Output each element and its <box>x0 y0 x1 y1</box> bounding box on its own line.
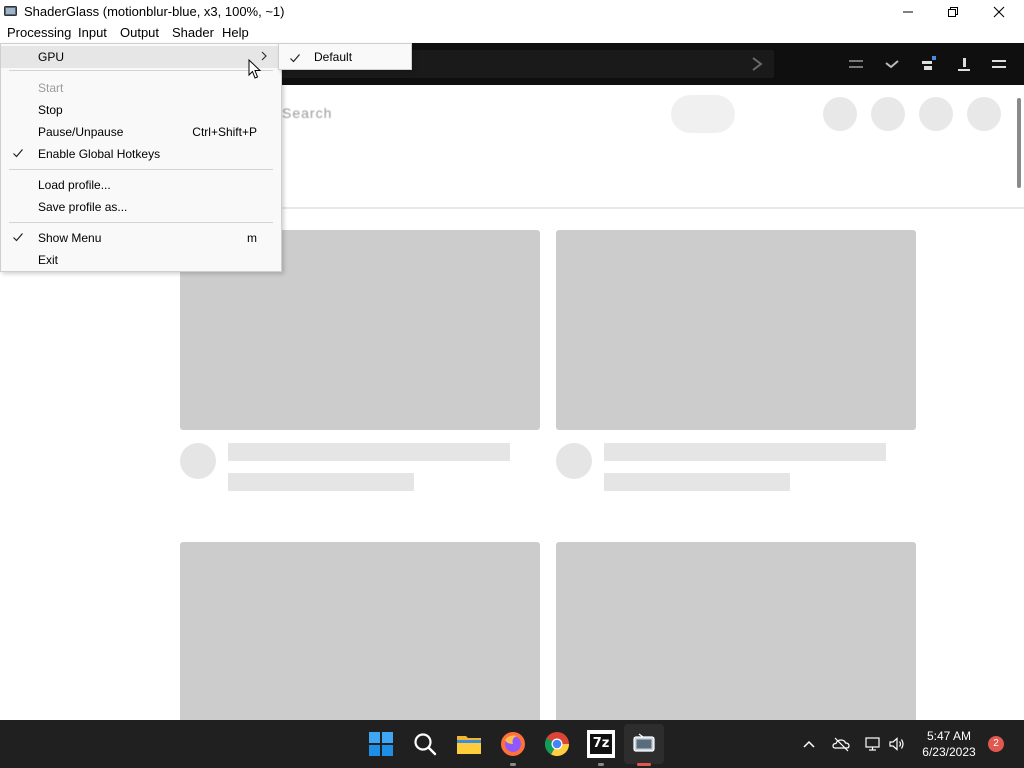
shaderglass-icon[interactable] <box>630 730 658 758</box>
gpu-submenu: Default <box>278 43 412 70</box>
file-explorer-icon[interactable] <box>455 730 483 758</box>
captured-pill-placeholder <box>671 95 735 133</box>
title-bar: ShaderGlass (motionblur-blue, x3, 100%, … <box>0 0 1024 23</box>
menu-input[interactable]: Input <box>78 25 107 40</box>
firefox-icon[interactable] <box>499 730 527 758</box>
menu-item-stop[interactable]: Stop <box>1 99 281 121</box>
menu-item-label: Exit <box>38 253 59 267</box>
menu-item-label: Save profile as... <box>38 200 128 214</box>
video-meta-placeholder <box>228 473 414 491</box>
menu-item-label: GPU <box>38 50 65 64</box>
7zip-icon[interactable]: 7z <box>587 730 615 758</box>
captured-create-icon <box>849 60 863 68</box>
captured-scrollbar <box>1017 98 1021 188</box>
channel-avatar-placeholder <box>180 443 216 479</box>
video-thumbnail-placeholder <box>556 230 916 430</box>
menu-item-label: Show Menu <box>38 231 102 245</box>
chevron-up-icon[interactable] <box>800 736 818 752</box>
captured-upload-icon <box>958 58 970 71</box>
menu-item-shortcut: m <box>247 231 257 245</box>
running-indicator <box>510 763 516 766</box>
menu-separator <box>9 70 273 71</box>
captured-menu-icon <box>992 60 1006 68</box>
channel-avatar-placeholder <box>556 443 592 479</box>
menu-item-label: Load profile... <box>38 178 111 192</box>
menu-help[interactable]: Help <box>222 25 249 40</box>
menu-item-gpu[interactable]: GPU <box>1 46 281 68</box>
notification-badge[interactable]: 2 <box>988 736 1004 752</box>
chrome-icon[interactable] <box>543 730 571 758</box>
video-title-placeholder <box>228 443 510 461</box>
video-meta-placeholder <box>604 473 790 491</box>
windows-start-icon[interactable] <box>367 730 395 758</box>
menu-item-exit[interactable]: Exit <box>1 249 281 271</box>
captured-avatar-placeholder <box>967 97 1001 131</box>
menu-item-label: Pause/Unpause <box>38 125 124 139</box>
menu-item-label: Stop <box>38 103 63 117</box>
onedrive-icon[interactable] <box>832 736 850 752</box>
captured-check-icon <box>885 60 899 69</box>
captured-mic-icon <box>752 57 763 71</box>
taskbar: 7z 5:47 AM 6/23/2023 <box>0 720 1024 768</box>
search-icon[interactable] <box>411 730 439 758</box>
network-icon[interactable] <box>864 736 882 752</box>
captured-notifications-icon <box>922 56 936 70</box>
menu-bar: Processing Input Output Shader Help <box>0 23 1024 43</box>
close-icon <box>993 6 1005 17</box>
running-indicator <box>598 763 604 766</box>
minimize-button[interactable] <box>885 0 931 23</box>
volume-icon[interactable] <box>888 736 906 752</box>
clock-time: 5:47 AM <box>926 729 972 743</box>
menu-output[interactable]: Output <box>120 25 159 40</box>
menu-separator <box>9 222 273 223</box>
video-thumbnail-placeholder <box>180 542 540 720</box>
menu-item-label: Enable Global Hotkeys <box>38 147 161 161</box>
menu-separator <box>9 169 273 170</box>
shaderglass-app-icon <box>4 6 17 16</box>
mouse-cursor-icon <box>248 59 262 79</box>
checkmark-icon <box>290 54 300 63</box>
taskbar-clock[interactable]: 5:47 AM 6/23/2023 <box>918 728 980 760</box>
captured-avatar-placeholder <box>823 97 857 131</box>
checkmark-icon <box>13 149 23 158</box>
minimize-icon <box>903 11 913 12</box>
video-title-placeholder <box>604 443 886 461</box>
window-title: ShaderGlass (motionblur-blue, x3, 100%, … <box>24 4 285 19</box>
menu-item-label: Start <box>38 81 64 95</box>
captured-avatar-placeholder <box>871 97 905 131</box>
menu-item-load-profile[interactable]: Load profile... <box>1 174 281 196</box>
captured-avatar-placeholder <box>919 97 953 131</box>
menu-item-show-menu[interactable]: Show Menu m <box>1 227 281 249</box>
restore-icon <box>948 6 958 17</box>
menu-processing[interactable]: Processing <box>7 25 71 40</box>
submenu-item-default[interactable]: Default <box>314 50 352 64</box>
menu-item-start: Start <box>1 77 281 99</box>
active-indicator <box>637 763 651 766</box>
menu-item-enable-global-hotkeys[interactable]: Enable Global Hotkeys <box>1 143 281 165</box>
checkmark-icon <box>13 233 23 242</box>
maximize-button[interactable] <box>930 0 976 23</box>
video-thumbnail-placeholder <box>556 542 916 720</box>
menu-item-shortcut: Ctrl+Shift+P <box>192 125 257 139</box>
menu-item-pause-unpause[interactable]: Pause/Unpause Ctrl+Shift+P <box>1 121 281 143</box>
clock-date: 6/23/2023 <box>922 745 976 759</box>
7zip-label: 7z <box>590 734 612 754</box>
processing-menu: GPU Start Stop Pause/Unpause Ctrl+Shift+… <box>0 43 282 272</box>
close-button[interactable] <box>976 0 1022 23</box>
captured-search-text: Search <box>282 105 333 121</box>
menu-item-save-profile-as[interactable]: Save profile as... <box>1 196 281 218</box>
menu-shader[interactable]: Shader <box>172 25 214 40</box>
